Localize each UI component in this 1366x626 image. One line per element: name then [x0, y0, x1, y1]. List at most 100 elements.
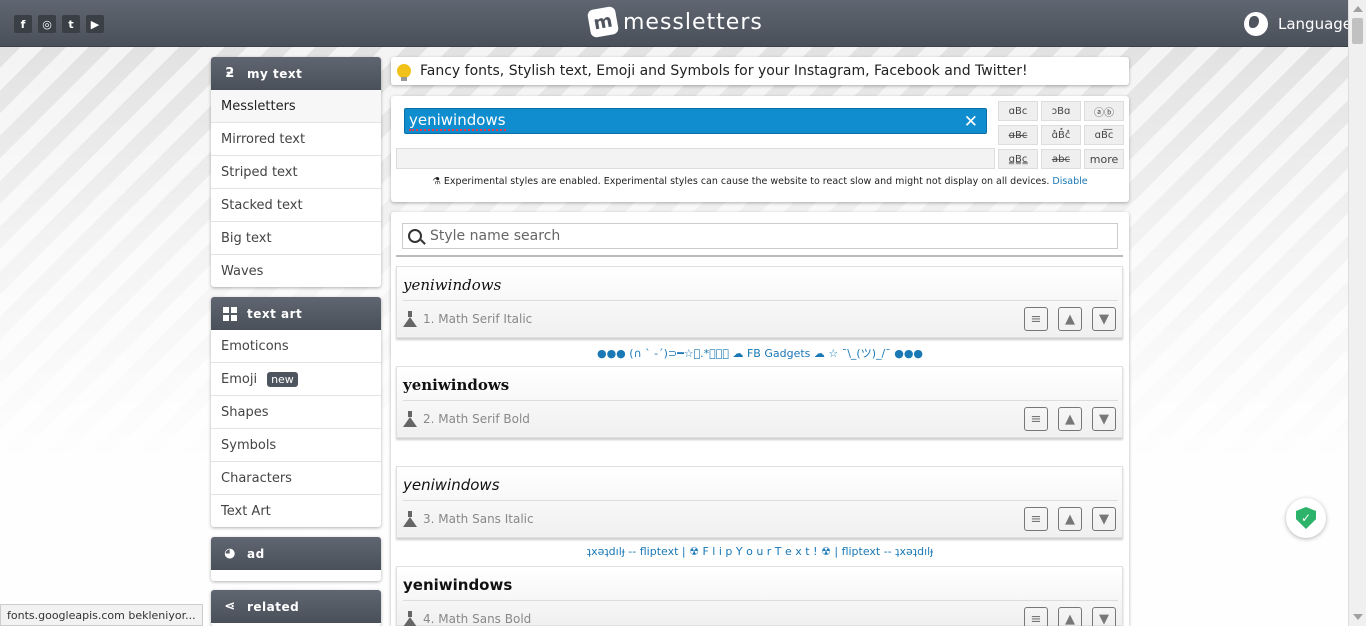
- card-actions: ≡ ▲ ▼: [1024, 307, 1116, 331]
- thumbs-up-icon[interactable]: ▲: [1058, 507, 1082, 531]
- language-selector[interactable]: Language: [1244, 12, 1352, 36]
- style-button-8[interactable]: a̶b̶c̶: [1041, 149, 1081, 169]
- twitter-icon[interactable]: t: [62, 15, 80, 33]
- disable-link[interactable]: Disable: [1052, 176, 1087, 187]
- sidebar-item-symbols[interactable]: Symbols: [211, 429, 381, 462]
- new-badge: new: [267, 371, 298, 387]
- styled-text[interactable]: yeniwindows: [403, 376, 509, 394]
- sidebar-item-shapes[interactable]: Shapes: [211, 396, 381, 429]
- style-search-input[interactable]: Style name search: [402, 223, 1118, 249]
- flask-icon: [403, 411, 417, 427]
- ad-title: ad: [247, 546, 265, 561]
- style-button-2[interactable]: ɔBɑ: [1041, 101, 1081, 121]
- sidebar-item-emoticons[interactable]: Emoticons: [211, 330, 381, 363]
- promo-link-fliptext[interactable]: ʇxǝʇdılɟ -- fliptext | ☢ F l i p Y o u r…: [391, 545, 1129, 558]
- styled-text[interactable]: yeniwindows: [403, 476, 500, 494]
- sidebar-item-big-text[interactable]: Big text: [211, 222, 381, 255]
- style-name: 2. Math Serif Bold: [423, 412, 530, 426]
- thumbs-up-icon[interactable]: ▲: [1058, 607, 1082, 626]
- site-logo[interactable]: m messletters: [586, 5, 763, 39]
- secondary-text-input[interactable]: [396, 148, 995, 169]
- letter-z-icon: ƻ: [225, 66, 235, 81]
- instagram-icon[interactable]: ◎: [38, 15, 56, 33]
- clipboard-icon[interactable]: ≡: [1024, 407, 1048, 431]
- scroll-thumb[interactable]: [1352, 18, 1363, 44]
- facebook-icon[interactable]: f: [14, 15, 32, 33]
- style-name: 4. Math Sans Bold: [423, 612, 532, 626]
- card-actions: ≡ ▲ ▼: [1024, 407, 1116, 431]
- style-name: 1. Math Serif Italic: [423, 312, 533, 326]
- thumbs-up-icon[interactable]: ▲: [1058, 307, 1082, 331]
- related-header: ⋖ related: [211, 590, 381, 623]
- divider: [403, 500, 1118, 501]
- sidebar-item-characters[interactable]: Characters: [211, 462, 381, 495]
- card-actions: ≡ ▲ ▼: [1024, 507, 1116, 531]
- experimental-note-text: Experimental styles are enabled. Experim…: [443, 176, 1050, 187]
- style-label: 3. Math Sans Italic: [403, 511, 534, 527]
- divider: [403, 600, 1118, 601]
- style-button-7[interactable]: ɑ̳B̳c̳: [998, 149, 1038, 169]
- style-card-4[interactable]: yeniwindows 4. Math Sans Bold ≡ ▲ ▼: [396, 566, 1123, 626]
- promo-link-fb-gadgets[interactable]: ●●● (∩ ` -´)⊃━☆ﾟ.*･｡ﾟ ☁ FB Gadgets ☁ ☆ ¯…: [391, 345, 1129, 361]
- styled-text[interactable]: yeniwindows: [403, 576, 512, 594]
- info-banner: Fancy fonts, Stylish text, Emoji and Sym…: [391, 57, 1129, 85]
- style-card-1[interactable]: yeniwindows 1. Math Serif Italic ≡ ▲ ▼: [396, 266, 1123, 338]
- style-name: 3. Math Sans Italic: [423, 512, 534, 526]
- thumbs-down-icon[interactable]: ▼: [1092, 307, 1116, 331]
- scroll-down-arrow-icon[interactable]: [1353, 614, 1363, 620]
- style-button-4[interactable]: ɑ̶B̶c̶: [998, 125, 1038, 145]
- text-editor-panel: yeniwindows ✕ ɑBc ɔBɑ ⓐⓑ ɑ̶B̶c̶ ɑ̽B̽c̽ ɑ…: [391, 96, 1129, 202]
- divider: [403, 400, 1118, 401]
- style-button-5[interactable]: ɑ̽B̽c̽: [1041, 125, 1081, 145]
- related-title: related: [247, 599, 300, 614]
- page-scrollbar[interactable]: [1348, 0, 1366, 626]
- flask-icon: [403, 311, 417, 327]
- pie-chart-icon: ◕: [224, 546, 236, 561]
- clear-icon[interactable]: ✕: [964, 112, 978, 132]
- flask-icon: [403, 511, 417, 527]
- youtube-icon[interactable]: ▶: [86, 15, 104, 33]
- language-label: Language: [1278, 15, 1353, 33]
- scroll-up-arrow-icon[interactable]: [1353, 6, 1363, 12]
- text-art-header: text art: [211, 297, 381, 330]
- style-button-1[interactable]: ɑBc: [998, 101, 1038, 121]
- logo-text: messletters: [623, 9, 763, 35]
- style-card-2[interactable]: yeniwindows 2. Math Serif Bold ≡ ▲ ▼: [396, 366, 1123, 438]
- top-header: f ◎ t ▶ m messletters Language: [0, 0, 1352, 47]
- sidebar-text-art: text art Emoticons Emoji new Shapes Symb…: [211, 297, 381, 527]
- clipboard-icon[interactable]: ≡: [1024, 507, 1048, 531]
- emoji-label: Emoji: [221, 371, 258, 387]
- styled-text[interactable]: yeniwindows: [403, 276, 501, 294]
- sidebar-item-messletters[interactable]: Messletters: [211, 90, 381, 123]
- sidebar-item-striped-text[interactable]: Striped text: [211, 156, 381, 189]
- sidebar-item-text-art[interactable]: Text Art: [211, 495, 381, 527]
- globe-icon: [1244, 12, 1268, 36]
- sidebar-related: ⋖ related: [211, 590, 381, 626]
- text-art-title: text art: [247, 306, 303, 321]
- sidebar-item-stacked-text[interactable]: Stacked text: [211, 189, 381, 222]
- style-button-6[interactable]: ɑB͞c: [1084, 125, 1124, 145]
- my-text-title: my text: [247, 66, 303, 81]
- flask-icon: ⚗: [432, 176, 441, 187]
- thumbs-down-icon[interactable]: ▼: [1092, 607, 1116, 626]
- security-shield-badge[interactable]: ✓: [1286, 498, 1326, 538]
- sidebar-ad: ◕ ad: [211, 537, 381, 581]
- lightbulb-icon: [397, 64, 411, 81]
- banner-text: Fancy fonts, Stylish text, Emoji and Sym…: [420, 63, 1028, 79]
- sidebar-item-mirrored-text[interactable]: Mirrored text: [211, 123, 381, 156]
- thumbs-up-icon[interactable]: ▲: [1058, 407, 1082, 431]
- style-label: 4. Math Sans Bold: [403, 611, 531, 626]
- clipboard-icon[interactable]: ≡: [1024, 307, 1048, 331]
- clipboard-icon[interactable]: ≡: [1024, 607, 1048, 626]
- sidebar-my-text: ƻ my text Messletters Mirrored text Stri…: [211, 57, 381, 287]
- more-styles-button[interactable]: more: [1084, 149, 1124, 169]
- style-card-3[interactable]: yeniwindows 3. Math Sans Italic ≡ ▲ ▼: [396, 466, 1123, 538]
- logo-icon: m: [586, 5, 620, 39]
- main-text-input[interactable]: yeniwindows ✕: [404, 108, 987, 134]
- sidebar-item-emoji[interactable]: Emoji new: [211, 363, 381, 396]
- thumbs-down-icon[interactable]: ▼: [1092, 407, 1116, 431]
- style-button-3[interactable]: ⓐⓑ: [1084, 101, 1124, 121]
- ad-header: ◕ ad: [211, 537, 381, 570]
- sidebar-item-waves[interactable]: Waves: [211, 255, 381, 287]
- thumbs-down-icon[interactable]: ▼: [1092, 507, 1116, 531]
